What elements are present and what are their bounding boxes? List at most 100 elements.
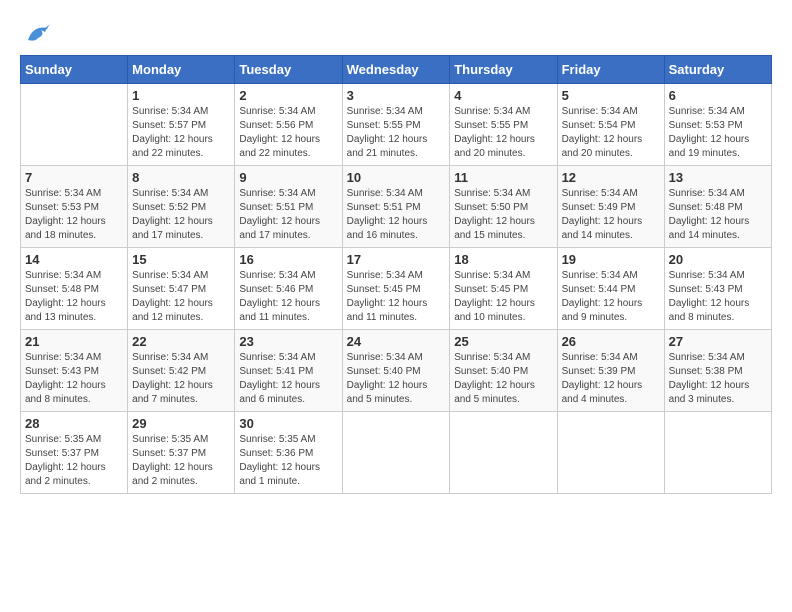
calendar-cell: 26 Sunrise: 5:34 AM Sunset: 5:39 PM Dayli… <box>557 330 664 412</box>
day-info: Sunrise: 5:34 AM Sunset: 5:56 PM Dayligh… <box>239 105 337 161</box>
day-info: Sunrise: 5:35 AM Sunset: 5:36 PM Dayligh… <box>239 433 337 489</box>
calendar-cell: 10Sunrise: 5:34 AM Sunset: 5:51 PM Dayli… <box>342 166 450 248</box>
day-info: Sunrise: 5:34 AM Sunset: 5:39 PM Dayligh… <box>562 351 660 407</box>
calendar-week-row: 14 Sunrise: 5:34 AM Sunset: 5:48 PM Dayli… <box>21 248 772 330</box>
day-number: 25 <box>454 334 552 349</box>
day-number: 6 <box>669 88 767 103</box>
day-number: 20 <box>669 252 767 267</box>
calendar-cell: 23Sunrise: 5:34 AM Sunset: 5:41 PM Dayli… <box>235 330 342 412</box>
calendar-cell: 28 Sunrise: 5:35 AM Sunset: 5:37 PM Dayli… <box>21 412 128 494</box>
day-number: 2 <box>239 88 337 103</box>
day-header-thursday: Thursday <box>450 56 557 84</box>
day-header-friday: Friday <box>557 56 664 84</box>
calendar-cell: 27 Sunrise: 5:34 AM Sunset: 5:38 PM Dayli… <box>664 330 771 412</box>
day-header-monday: Monday <box>128 56 235 84</box>
calendar-cell: 24 Sunrise: 5:34 AM Sunset: 5:40 PM Dayli… <box>342 330 450 412</box>
day-info: Sunrise: 5:34 AM Sunset: 5:48 PM Dayligh… <box>25 269 123 325</box>
day-number: 14 <box>25 252 123 267</box>
day-number: 10 <box>347 170 446 185</box>
day-number: 12 <box>562 170 660 185</box>
calendar-cell: 5 Sunrise: 5:34 AM Sunset: 5:54 PM Daylig… <box>557 84 664 166</box>
calendar-cell <box>557 412 664 494</box>
day-info: Sunrise: 5:34 AM Sunset: 5:40 PM Dayligh… <box>347 351 446 407</box>
day-info: Sunrise: 5:35 AM Sunset: 5:37 PM Dayligh… <box>25 433 123 489</box>
day-header-tuesday: Tuesday <box>235 56 342 84</box>
day-number: 9 <box>239 170 337 185</box>
day-info: Sunrise: 5:34 AM Sunset: 5:47 PM Dayligh… <box>132 269 230 325</box>
calendar-week-row: 21Sunrise: 5:34 AM Sunset: 5:43 PM Dayli… <box>21 330 772 412</box>
calendar-cell <box>450 412 557 494</box>
day-number: 4 <box>454 88 552 103</box>
calendar-week-row: 7 Sunrise: 5:34 AM Sunset: 5:53 PM Daylig… <box>21 166 772 248</box>
calendar-week-row: 28 Sunrise: 5:35 AM Sunset: 5:37 PM Dayli… <box>21 412 772 494</box>
day-info: Sunrise: 5:34 AM Sunset: 5:43 PM Dayligh… <box>669 269 767 325</box>
calendar-cell: 8 Sunrise: 5:34 AM Sunset: 5:52 PM Daylig… <box>128 166 235 248</box>
calendar-cell: 14 Sunrise: 5:34 AM Sunset: 5:48 PM Dayli… <box>21 248 128 330</box>
day-info: Sunrise: 5:34 AM Sunset: 5:54 PM Dayligh… <box>562 105 660 161</box>
day-header-sunday: Sunday <box>21 56 128 84</box>
day-info: Sunrise: 5:34 AM Sunset: 5:38 PM Dayligh… <box>669 351 767 407</box>
day-info: Sunrise: 5:34 AM Sunset: 5:57 PM Dayligh… <box>132 105 230 161</box>
day-number: 28 <box>25 416 123 431</box>
calendar-cell: 6 Sunrise: 5:34 AM Sunset: 5:53 PM Daylig… <box>664 84 771 166</box>
day-info: Sunrise: 5:34 AM Sunset: 5:51 PM Dayligh… <box>239 187 337 243</box>
calendar-cell: 17 Sunrise: 5:34 AM Sunset: 5:45 PM Dayli… <box>342 248 450 330</box>
day-info: Sunrise: 5:34 AM Sunset: 5:43 PM Dayligh… <box>25 351 123 407</box>
calendar-cell: 21Sunrise: 5:34 AM Sunset: 5:43 PM Dayli… <box>21 330 128 412</box>
day-number: 17 <box>347 252 446 267</box>
calendar-week-row: 1 Sunrise: 5:34 AM Sunset: 5:57 PM Daylig… <box>21 84 772 166</box>
calendar-cell: 4 Sunrise: 5:34 AM Sunset: 5:55 PM Daylig… <box>450 84 557 166</box>
day-info: Sunrise: 5:34 AM Sunset: 5:52 PM Dayligh… <box>132 187 230 243</box>
calendar-cell: 3 Sunrise: 5:34 AM Sunset: 5:55 PM Daylig… <box>342 84 450 166</box>
calendar-cell: 22 Sunrise: 5:34 AM Sunset: 5:42 PM Dayli… <box>128 330 235 412</box>
calendar-cell: 20 Sunrise: 5:34 AM Sunset: 5:43 PM Dayli… <box>664 248 771 330</box>
day-number: 23 <box>239 334 337 349</box>
day-info: Sunrise: 5:34 AM Sunset: 5:45 PM Dayligh… <box>347 269 446 325</box>
calendar-cell: 19 Sunrise: 5:34 AM Sunset: 5:44 PM Dayli… <box>557 248 664 330</box>
calendar-cell: 15 Sunrise: 5:34 AM Sunset: 5:47 PM Dayli… <box>128 248 235 330</box>
day-info: Sunrise: 5:34 AM Sunset: 5:55 PM Dayligh… <box>454 105 552 161</box>
calendar-cell: 11 Sunrise: 5:34 AM Sunset: 5:50 PM Dayli… <box>450 166 557 248</box>
day-info: Sunrise: 5:34 AM Sunset: 5:55 PM Dayligh… <box>347 105 446 161</box>
day-header-wednesday: Wednesday <box>342 56 450 84</box>
day-number: 27 <box>669 334 767 349</box>
day-number: 3 <box>347 88 446 103</box>
calendar-cell: 30Sunrise: 5:35 AM Sunset: 5:36 PM Dayli… <box>235 412 342 494</box>
day-number: 26 <box>562 334 660 349</box>
calendar-cell: 18 Sunrise: 5:34 AM Sunset: 5:45 PM Dayli… <box>450 248 557 330</box>
day-info: Sunrise: 5:34 AM Sunset: 5:48 PM Dayligh… <box>669 187 767 243</box>
calendar-cell: 29Sunrise: 5:35 AM Sunset: 5:37 PM Dayli… <box>128 412 235 494</box>
calendar-cell: 12 Sunrise: 5:34 AM Sunset: 5:49 PM Dayli… <box>557 166 664 248</box>
day-number: 7 <box>25 170 123 185</box>
day-number: 22 <box>132 334 230 349</box>
calendar-header-row: SundayMondayTuesdayWednesdayThursdayFrid… <box>21 56 772 84</box>
day-number: 8 <box>132 170 230 185</box>
day-number: 24 <box>347 334 446 349</box>
calendar-cell: 25 Sunrise: 5:34 AM Sunset: 5:40 PM Dayli… <box>450 330 557 412</box>
day-number: 5 <box>562 88 660 103</box>
day-number: 11 <box>454 170 552 185</box>
day-info: Sunrise: 5:34 AM Sunset: 5:49 PM Dayligh… <box>562 187 660 243</box>
day-info: Sunrise: 5:34 AM Sunset: 5:46 PM Dayligh… <box>239 269 337 325</box>
day-info: Sunrise: 5:34 AM Sunset: 5:50 PM Dayligh… <box>454 187 552 243</box>
day-info: Sunrise: 5:34 AM Sunset: 5:44 PM Dayligh… <box>562 269 660 325</box>
day-info: Sunrise: 5:34 AM Sunset: 5:53 PM Dayligh… <box>25 187 123 243</box>
calendar-cell <box>664 412 771 494</box>
calendar-cell: 13Sunrise: 5:34 AM Sunset: 5:48 PM Dayli… <box>664 166 771 248</box>
calendar-cell: 9 Sunrise: 5:34 AM Sunset: 5:51 PM Daylig… <box>235 166 342 248</box>
day-number: 18 <box>454 252 552 267</box>
day-info: Sunrise: 5:34 AM Sunset: 5:40 PM Dayligh… <box>454 351 552 407</box>
day-number: 19 <box>562 252 660 267</box>
day-info: Sunrise: 5:34 AM Sunset: 5:53 PM Dayligh… <box>669 105 767 161</box>
logo-bird-icon <box>23 20 53 45</box>
calendar-cell: 2 Sunrise: 5:34 AM Sunset: 5:56 PM Daylig… <box>235 84 342 166</box>
day-info: Sunrise: 5:34 AM Sunset: 5:45 PM Dayligh… <box>454 269 552 325</box>
day-info: Sunrise: 5:34 AM Sunset: 5:42 PM Dayligh… <box>132 351 230 407</box>
calendar-cell: 1 Sunrise: 5:34 AM Sunset: 5:57 PM Daylig… <box>128 84 235 166</box>
day-header-saturday: Saturday <box>664 56 771 84</box>
day-number: 29 <box>132 416 230 431</box>
day-number: 15 <box>132 252 230 267</box>
day-number: 16 <box>239 252 337 267</box>
day-number: 1 <box>132 88 230 103</box>
calendar-cell <box>21 84 128 166</box>
